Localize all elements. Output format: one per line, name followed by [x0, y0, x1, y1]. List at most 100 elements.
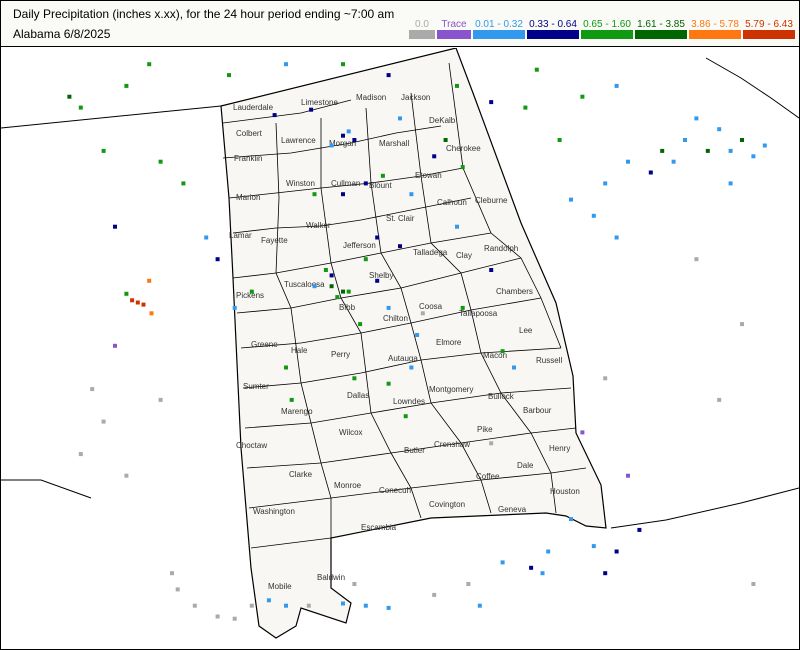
- station-marker: [141, 302, 146, 307]
- county-label: Butler: [404, 446, 425, 455]
- station-marker: [614, 235, 619, 240]
- county-label: Covington: [429, 500, 465, 509]
- station-marker: [329, 273, 334, 278]
- station-marker: [432, 592, 437, 597]
- county-label: Escambia: [361, 523, 397, 532]
- station-marker: [557, 138, 562, 142]
- station-marker: [170, 571, 174, 576]
- county-label: Coosa: [419, 302, 443, 311]
- station-marker: [466, 582, 471, 586]
- county-label: Wilcox: [339, 428, 363, 437]
- station-marker: [341, 601, 345, 606]
- station-marker: [717, 397, 722, 402]
- station-marker: [227, 73, 231, 78]
- station-marker: [113, 343, 117, 348]
- legend-label: 0.65 - 1.60: [583, 19, 631, 30]
- county-label: Lawrence: [281, 136, 316, 145]
- county-label: Tuscaloosa: [284, 280, 325, 289]
- station-marker: [534, 67, 539, 72]
- county-label: Mobile: [268, 582, 292, 591]
- county-label: Autauga: [388, 354, 418, 363]
- legend-item-range-5: 3.86 - 5.78: [689, 19, 741, 39]
- county-label: Geneva: [498, 505, 527, 514]
- station-marker: [386, 381, 391, 386]
- station-marker: [762, 143, 767, 148]
- station-marker: [363, 257, 368, 262]
- station-marker: [415, 333, 420, 337]
- station-marker: [386, 605, 391, 610]
- county-label: Limestone: [301, 98, 338, 107]
- legend-label: 5.79 - 6.43: [745, 19, 793, 30]
- station-marker: [341, 289, 345, 294]
- station-marker: [614, 83, 619, 88]
- station-marker: [284, 62, 288, 67]
- station-marker: [591, 213, 596, 218]
- county-label: Hale: [291, 346, 308, 355]
- county-label: Marion: [236, 193, 260, 202]
- station-marker: [335, 295, 340, 300]
- station-marker: [284, 365, 288, 370]
- county-label: Monroe: [334, 481, 362, 490]
- station-marker: [637, 527, 642, 532]
- county-label: Henry: [549, 444, 570, 453]
- station-marker: [580, 430, 585, 435]
- county-label: Colbert: [236, 129, 263, 138]
- station-marker: [614, 549, 619, 554]
- station-marker: [124, 83, 129, 88]
- station-marker: [158, 397, 163, 402]
- legend-label: 3.86 - 5.78: [691, 19, 739, 30]
- station-marker: [147, 278, 152, 283]
- county-label: Randolph: [484, 244, 518, 253]
- station-marker: [740, 138, 744, 142]
- legend-item-range-4: 1.61 - 3.85: [635, 19, 687, 39]
- county-label: Lowndes: [393, 397, 425, 406]
- county-label: Dale: [517, 461, 534, 470]
- station-marker: [626, 473, 630, 478]
- map-header: Daily Precipitation (inches x.xx), for t…: [1, 1, 799, 47]
- station-marker: [284, 603, 288, 608]
- station-marker: [363, 181, 368, 186]
- station-marker: [323, 268, 328, 272]
- map-subtitle: Alabama 6/8/2025: [13, 27, 111, 41]
- station-marker: [591, 544, 596, 549]
- station-marker: [648, 170, 653, 175]
- legend-label: 1.61 - 3.85: [637, 19, 685, 30]
- county-label: Chambers: [496, 287, 533, 296]
- county-label: Marshall: [379, 139, 409, 148]
- precip-legend: 0.0 Trace 0.01 - 0.32 0.33 - 0.64 0.65 -…: [409, 19, 795, 39]
- county-label: Greene: [251, 340, 278, 349]
- station-marker: [67, 94, 72, 99]
- station-marker: [352, 138, 357, 142]
- station-marker: [249, 289, 254, 294]
- station-marker: [346, 289, 351, 294]
- station-marker: [232, 616, 237, 621]
- station-marker: [329, 143, 334, 148]
- station-marker: [477, 603, 482, 608]
- county-label: Cherokee: [446, 144, 481, 153]
- station-marker: [375, 235, 380, 240]
- station-marker: [352, 582, 357, 586]
- station-marker: [312, 284, 317, 289]
- station-marker: [158, 159, 163, 164]
- county-label: Barbour: [523, 406, 552, 415]
- station-marker: [124, 473, 129, 478]
- station-marker: [683, 138, 687, 142]
- station-marker: [312, 192, 317, 197]
- station-marker: [135, 300, 140, 305]
- station-marker: [546, 549, 551, 554]
- station-marker: [660, 148, 665, 153]
- legend-label: 0.01 - 0.32: [475, 19, 523, 30]
- station-marker: [460, 165, 465, 170]
- county-label: Franklin: [234, 154, 262, 163]
- legend-swatch: [635, 30, 687, 39]
- station-marker: [101, 148, 106, 153]
- station-marker: [215, 614, 220, 619]
- station-marker: [455, 224, 459, 229]
- station-marker: [694, 116, 699, 121]
- station-marker: [375, 278, 380, 283]
- county-label: Sumter: [243, 382, 269, 391]
- station-marker: [101, 419, 106, 424]
- ga-fl-boundary: [610, 487, 799, 529]
- county-label: Madison: [356, 93, 386, 102]
- station-marker: [728, 148, 733, 153]
